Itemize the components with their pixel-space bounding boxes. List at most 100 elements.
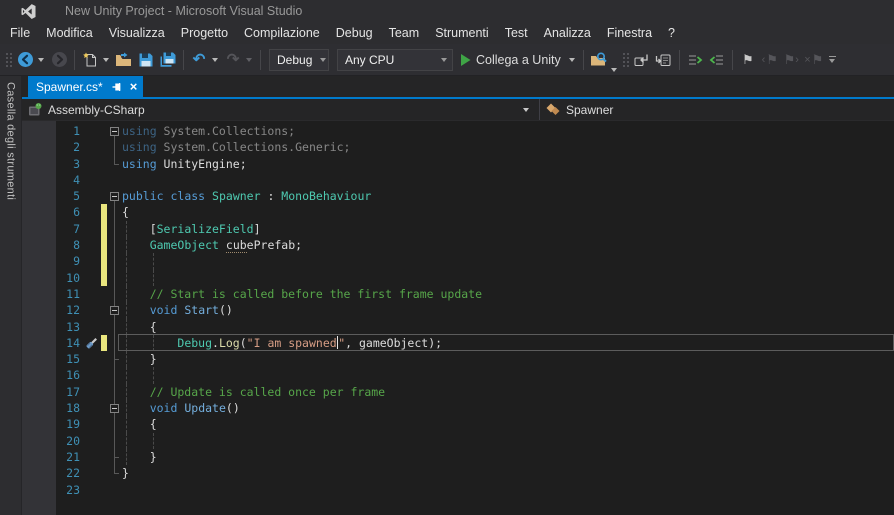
toggle-bookmark-button[interactable]: ⚑ [737,48,759,72]
code-line-text[interactable]: } [122,465,894,481]
breakpoint-margin[interactable] [22,270,56,286]
breakpoint-margin[interactable] [22,351,56,367]
menu-item-modifica[interactable]: Modifica [38,24,101,42]
close-icon[interactable]: × [130,80,138,93]
breakpoint-margin[interactable] [22,139,56,155]
redo-dropdown[interactable] [246,57,252,62]
undo-button[interactable]: ↶ [188,48,210,72]
code-line: 13 { [22,318,894,335]
code-line-text[interactable]: { [122,416,894,433]
open-file-button[interactable] [113,48,135,72]
navigate-forward-button[interactable] [48,48,70,72]
breakpoint-margin[interactable] [22,319,56,335]
breakpoint-margin[interactable] [22,221,56,237]
menu-item-help[interactable]: ? [660,24,683,42]
menu-item-finestra[interactable]: Finestra [599,24,660,42]
code-line-text[interactable]: Debug.Log("I am spawned ", gameObject); [122,334,894,352]
fold-toggle-icon[interactable] [109,126,119,136]
quick-actions-screwdriver-icon[interactable] [84,335,101,351]
save-button[interactable] [135,48,157,72]
type-dropdown[interactable]: Spawner [540,99,894,120]
pin-icon[interactable] [111,81,123,93]
breakpoint-margin[interactable] [22,237,56,253]
code-line-text[interactable]: void Update() [122,400,894,417]
code-line-text[interactable]: using System.Collections.Generic; [122,139,894,155]
menu-item-strumenti[interactable]: Strumenti [427,24,497,42]
find-dropdown[interactable] [610,68,617,72]
code-line-text[interactable]: [SerializeField] [122,220,894,238]
toolbar-grip-handle[interactable] [4,50,12,69]
menu-item-compilazione[interactable]: Compilazione [236,24,328,42]
display-member-list-button[interactable] [631,48,653,72]
breakpoint-margin[interactable] [22,449,56,465]
toolbox-tab[interactable]: Casella degli strumenti [0,76,22,515]
code-line-text[interactable]: public class Spawner : MonoBehaviour [122,188,894,204]
code-line-text[interactable] [122,269,894,286]
code-line-text[interactable] [122,172,894,188]
breakpoint-margin[interactable] [22,367,56,383]
menu-item-test[interactable]: Test [497,24,536,42]
document-tab-spawner[interactable]: Spawner.cs* × [28,76,144,97]
menu-item-team[interactable]: Team [381,24,428,42]
menu-item-visualizza[interactable]: Visualizza [101,24,173,42]
project-dropdown[interactable]: Assembly-CSharp [22,99,540,120]
menu-item-progetto[interactable]: Progetto [173,24,236,42]
code-line-text[interactable] [122,253,894,270]
breakpoint-margin[interactable] [22,204,56,220]
breakpoint-margin[interactable] [22,433,56,449]
code-line-text[interactable]: } [122,351,894,368]
code-editor[interactable]: 1 using System.Collections; 2 using System.… [22,121,894,515]
breakpoint-margin[interactable] [22,482,56,498]
solution-platform-combobox[interactable]: Any CPU [337,48,453,71]
code-line-text[interactable] [122,432,894,449]
undo-dropdown[interactable] [212,57,218,62]
redo-button[interactable]: ↷ [222,48,244,72]
code-line-text[interactable]: using System.Collections; [122,123,894,139]
find-in-files-button[interactable] [588,48,610,72]
menu-item-debug[interactable]: Debug [328,24,381,42]
code-line-text[interactable]: // Start is called before the first fram… [122,285,894,303]
clear-bookmarks-button[interactable]: × ⚑ [803,48,825,72]
breakpoint-margin[interactable] [22,384,56,400]
new-file-dropdown[interactable] [103,57,109,62]
code-line-text[interactable]: void Start() [122,302,894,319]
breakpoint-margin[interactable] [22,188,56,204]
code-line-text[interactable]: // Update is called once per frame [122,383,894,401]
menu-item-analizza[interactable]: Analizza [536,24,599,42]
menu-item-file[interactable]: File [2,24,38,42]
breakpoint-margin[interactable] [22,123,56,139]
code-line-text[interactable] [122,482,894,498]
toolbar-options-button[interactable] [828,56,836,63]
fold-toggle-icon[interactable] [109,305,119,315]
code-line-text[interactable]: { [122,204,894,220]
attach-to-unity-button[interactable]: Collega a Unity [459,53,565,67]
code-line-text[interactable]: GameObject cubePrefab; [122,237,894,254]
uncomment-selection-button[interactable] [706,48,728,72]
new-file-button[interactable] [79,48,101,72]
navigate-backward-dropdown[interactable] [38,57,44,62]
parameter-info-button[interactable] [653,48,675,72]
breakpoint-margin[interactable] [22,416,56,432]
save-all-button[interactable] [157,48,179,72]
navigate-backward-button[interactable] [14,48,36,72]
breakpoint-margin[interactable] [22,302,56,318]
breakpoint-margin[interactable] [22,400,56,416]
breakpoint-margin[interactable] [22,253,56,269]
breakpoint-margin[interactable] [22,172,56,188]
code-line-text[interactable] [122,367,894,384]
solution-configuration-combobox[interactable]: Debug [269,48,329,71]
next-bookmark-button[interactable]: ⚑ › [781,48,803,72]
attach-to-unity-dropdown[interactable] [568,57,575,62]
code-line-text[interactable]: } [122,448,894,466]
comment-selection-button[interactable] [684,48,706,72]
fold-toggle-icon[interactable] [109,191,119,201]
breakpoint-margin[interactable] [22,335,56,351]
breakpoint-margin[interactable] [22,286,56,302]
previous-bookmark-button[interactable]: ‹ ⚑ [759,48,781,72]
breakpoint-margin[interactable] [22,156,56,172]
code-line-text[interactable]: { [122,318,894,335]
code-line-text[interactable]: using UnityEngine; [122,156,894,172]
fold-toggle-icon[interactable] [109,403,119,413]
toolbar-grip-handle[interactable] [620,50,629,69]
breakpoint-margin[interactable] [22,465,56,481]
